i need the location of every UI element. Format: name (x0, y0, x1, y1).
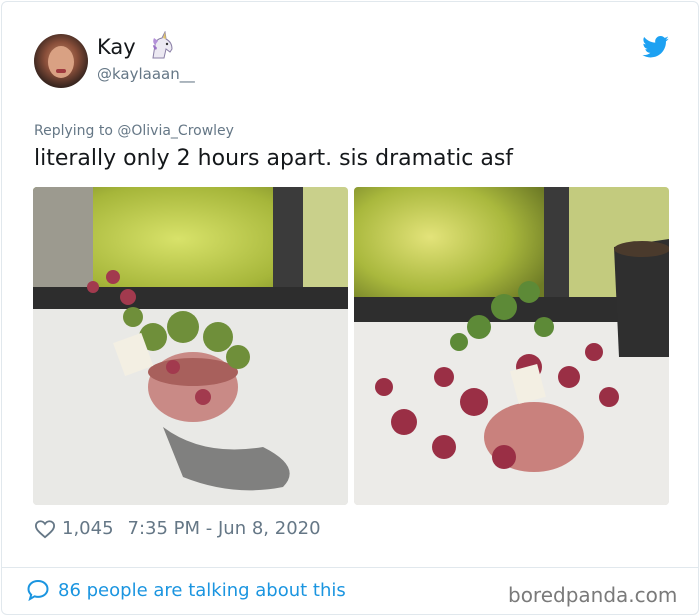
conversation-link[interactable]: 86 people are talking about this (26, 579, 346, 601)
avatar[interactable] (34, 34, 88, 88)
tweet-photo-1[interactable] (33, 187, 348, 505)
tweet-timestamp[interactable]: 7:35 PM - Jun 8, 2020 (128, 518, 321, 539)
tweet-meta: 1,045 7:35 PM - Jun 8, 2020 (34, 518, 321, 539)
watermark: boredpanda.com (508, 583, 678, 607)
tweet-photo-2[interactable] (354, 187, 669, 505)
tweet-card: Kay @kaylaaan__ Replying to @Olivia_Crow… (1, 1, 699, 615)
divider (2, 567, 698, 568)
unicorn-icon (152, 31, 173, 59)
conversation-text: 86 people are talking about this (58, 579, 346, 601)
speech-bubble-icon (27, 579, 49, 601)
replying-to[interactable]: Replying to @Olivia_Crowley (34, 123, 234, 139)
display-name[interactable]: Kay (97, 35, 136, 59)
heart-icon[interactable] (34, 519, 56, 539)
tweet-text: literally only 2 hours apart. sis dramat… (34, 146, 514, 171)
twitter-bird-icon[interactable] (642, 36, 669, 58)
user-handle[interactable]: @kaylaaan__ (97, 65, 195, 83)
like-count[interactable]: 1,045 (62, 518, 114, 539)
